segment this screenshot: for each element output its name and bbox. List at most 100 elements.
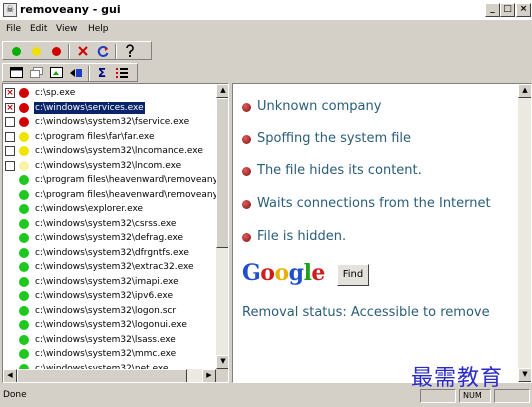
- status-yellow-icon: [19, 146, 29, 156]
- google-letter: o: [274, 260, 289, 286]
- process-row[interactable]: c:\windows\system32\lncomance.exe: [3, 144, 216, 158]
- process-path: c:\windows\system32\dfrgntfs.exe: [35, 247, 189, 258]
- scroll-corner: [216, 369, 228, 382]
- restore-button[interactable]: [27, 65, 45, 81]
- menu-edit[interactable]: Edit: [30, 24, 47, 34]
- google-letter: G: [242, 260, 261, 286]
- status-green-icon: [19, 175, 29, 185]
- scroll-left-button[interactable]: ◀: [3, 369, 17, 382]
- process-path: c:\windows\system32\lncom.exe: [35, 160, 182, 171]
- process-path: c:\windows\system32\imapi.exe: [35, 276, 179, 287]
- process-row[interactable]: c:\windows\system32\csrss.exe: [3, 217, 216, 231]
- scroll-down-button[interactable]: ▼: [216, 355, 228, 369]
- delete-button[interactable]: [74, 43, 92, 59]
- toolbar-view-group: Σ: [2, 63, 138, 82]
- status-green-icon: [19, 291, 29, 301]
- window-button[interactable]: [7, 65, 25, 81]
- vertical-scrollbar[interactable]: ▲ ▼: [216, 84, 228, 369]
- process-row[interactable]: c:\windows\system32\mmc.exe: [3, 347, 216, 361]
- close-button[interactable]: ×: [516, 3, 531, 17]
- question-mark-icon: [126, 44, 134, 57]
- toolbar-view: Σ: [0, 61, 160, 83]
- status-green-icon: [19, 334, 29, 345]
- process-path: c:\windows\system32\ipv6.exe: [35, 291, 173, 301]
- scroll-thumb[interactable]: [216, 98, 228, 248]
- window-title: removeany - gui: [20, 3, 121, 16]
- process-row[interactable]: × c:\windows\services.exe: [3, 101, 216, 115]
- restore-icon: [29, 67, 43, 78]
- horizontal-scrollbar[interactable]: ◀ ▶: [3, 369, 216, 382]
- row-checkbox[interactable]: [5, 117, 15, 127]
- list-button[interactable]: [113, 65, 131, 81]
- process-row[interactable]: c:\windows\system32\dfrgntfs.exe: [3, 246, 216, 260]
- num-lock-indicator: NUM: [459, 389, 491, 403]
- app-icon: ☠: [3, 3, 17, 17]
- move-icon: [70, 69, 82, 77]
- minimize-button[interactable]: _: [485, 3, 500, 17]
- list-icon: [116, 68, 128, 78]
- process-row[interactable]: c:\windows\system32\logonui.exe: [3, 318, 216, 332]
- refresh-icon: [97, 45, 108, 57]
- scroll-up-button[interactable]: ▲: [216, 84, 228, 98]
- process-path: c:\windows\system32\fservice.exe: [35, 117, 190, 127]
- menu-help[interactable]: Help: [88, 24, 109, 34]
- process-row[interactable]: c:\windows\system32\lncom.exe: [3, 159, 216, 173]
- process-row[interactable]: c:\windows\system32\defrag.exe: [3, 231, 216, 245]
- status-bar: Done NUM: [0, 386, 532, 407]
- hscroll-thumb[interactable]: [17, 369, 187, 382]
- process-path: c:\windows\system32\extrac32.exe: [35, 262, 194, 272]
- image-button[interactable]: [47, 65, 65, 81]
- process-row[interactable]: c:\windows\system32\logon.scr: [3, 304, 216, 318]
- process-row[interactable]: c:\windows\system32\imapi.exe: [3, 275, 216, 289]
- move-button[interactable]: [67, 65, 85, 81]
- row-checkbox[interactable]: ×: [5, 88, 15, 98]
- find-button[interactable]: Find: [337, 264, 369, 286]
- process-path: c:\windows\services.exe: [34, 101, 145, 114]
- scroll-right-button[interactable]: ▶: [202, 369, 216, 382]
- status-green-icon: [19, 349, 29, 359]
- process-row[interactable]: c:\program files\heavenward\removeany: [3, 173, 218, 187]
- process-path: c:\windows\explorer.exe: [35, 204, 144, 214]
- removal-status: Removal status: Accessible to remove: [242, 305, 490, 320]
- process-path: c:\sp.exe: [35, 88, 76, 98]
- row-checkbox[interactable]: [5, 131, 15, 142]
- process-row[interactable]: c:\program files\far\far.exe: [3, 130, 216, 144]
- process-row[interactable]: c:\program files\heavenward\removeany: [3, 188, 218, 202]
- process-path: c:\windows\system32\mmc.exe: [35, 349, 177, 359]
- details-vertical-scrollbar[interactable]: ▲ ▼: [518, 84, 531, 382]
- details-scroll-down-button[interactable]: ▼: [518, 368, 531, 382]
- title-bar: ☠ removeany - gui _ □ ×: [0, 0, 532, 21]
- row-checkbox[interactable]: ×: [5, 102, 15, 113]
- details-scroll-up-button[interactable]: ▲: [518, 84, 531, 98]
- detail-text: Spoffing the system file: [257, 131, 412, 146]
- process-list[interactable]: × c:\sp.exe × c:\windows\services.exe c:\win…: [2, 83, 229, 383]
- menu-bar: File Edit View Help: [0, 21, 532, 39]
- process-row[interactable]: c:\windows\system32\lsass.exe: [3, 333, 216, 347]
- google-logo[interactable]: Google: [242, 260, 325, 286]
- status-red-icon: [19, 117, 29, 127]
- green-dot-button[interactable]: [7, 43, 25, 59]
- status-panel: [420, 389, 456, 403]
- status-green-icon: [19, 320, 29, 330]
- refresh-button[interactable]: [94, 43, 112, 59]
- red-dot-button[interactable]: [47, 43, 65, 59]
- red-circle-icon: [51, 46, 61, 56]
- process-row[interactable]: c:\windows\system32\extrac32.exe: [3, 260, 216, 274]
- menu-view[interactable]: View: [56, 24, 77, 34]
- yellow-circle-icon: [31, 46, 41, 56]
- process-row[interactable]: c:\windows\explorer.exe: [3, 202, 216, 216]
- bullet-icon: [242, 135, 251, 144]
- row-checkbox[interactable]: [5, 160, 15, 171]
- process-row[interactable]: × c:\sp.exe: [3, 86, 216, 100]
- row-checkbox[interactable]: [5, 146, 15, 156]
- maximize-button[interactable]: □: [500, 3, 515, 17]
- process-row[interactable]: c:\windows\system32\ipv6.exe: [3, 289, 216, 303]
- menu-file[interactable]: File: [6, 24, 21, 34]
- red-x-icon: [78, 46, 88, 56]
- process-row[interactable]: c:\windows\system32\fservice.exe: [3, 115, 216, 129]
- detail-text: File is hidden.: [257, 229, 347, 244]
- help-button[interactable]: [121, 43, 139, 59]
- yellow-dot-button[interactable]: [27, 43, 45, 59]
- status-green-icon: [19, 233, 29, 243]
- sum-button[interactable]: Σ: [93, 65, 111, 81]
